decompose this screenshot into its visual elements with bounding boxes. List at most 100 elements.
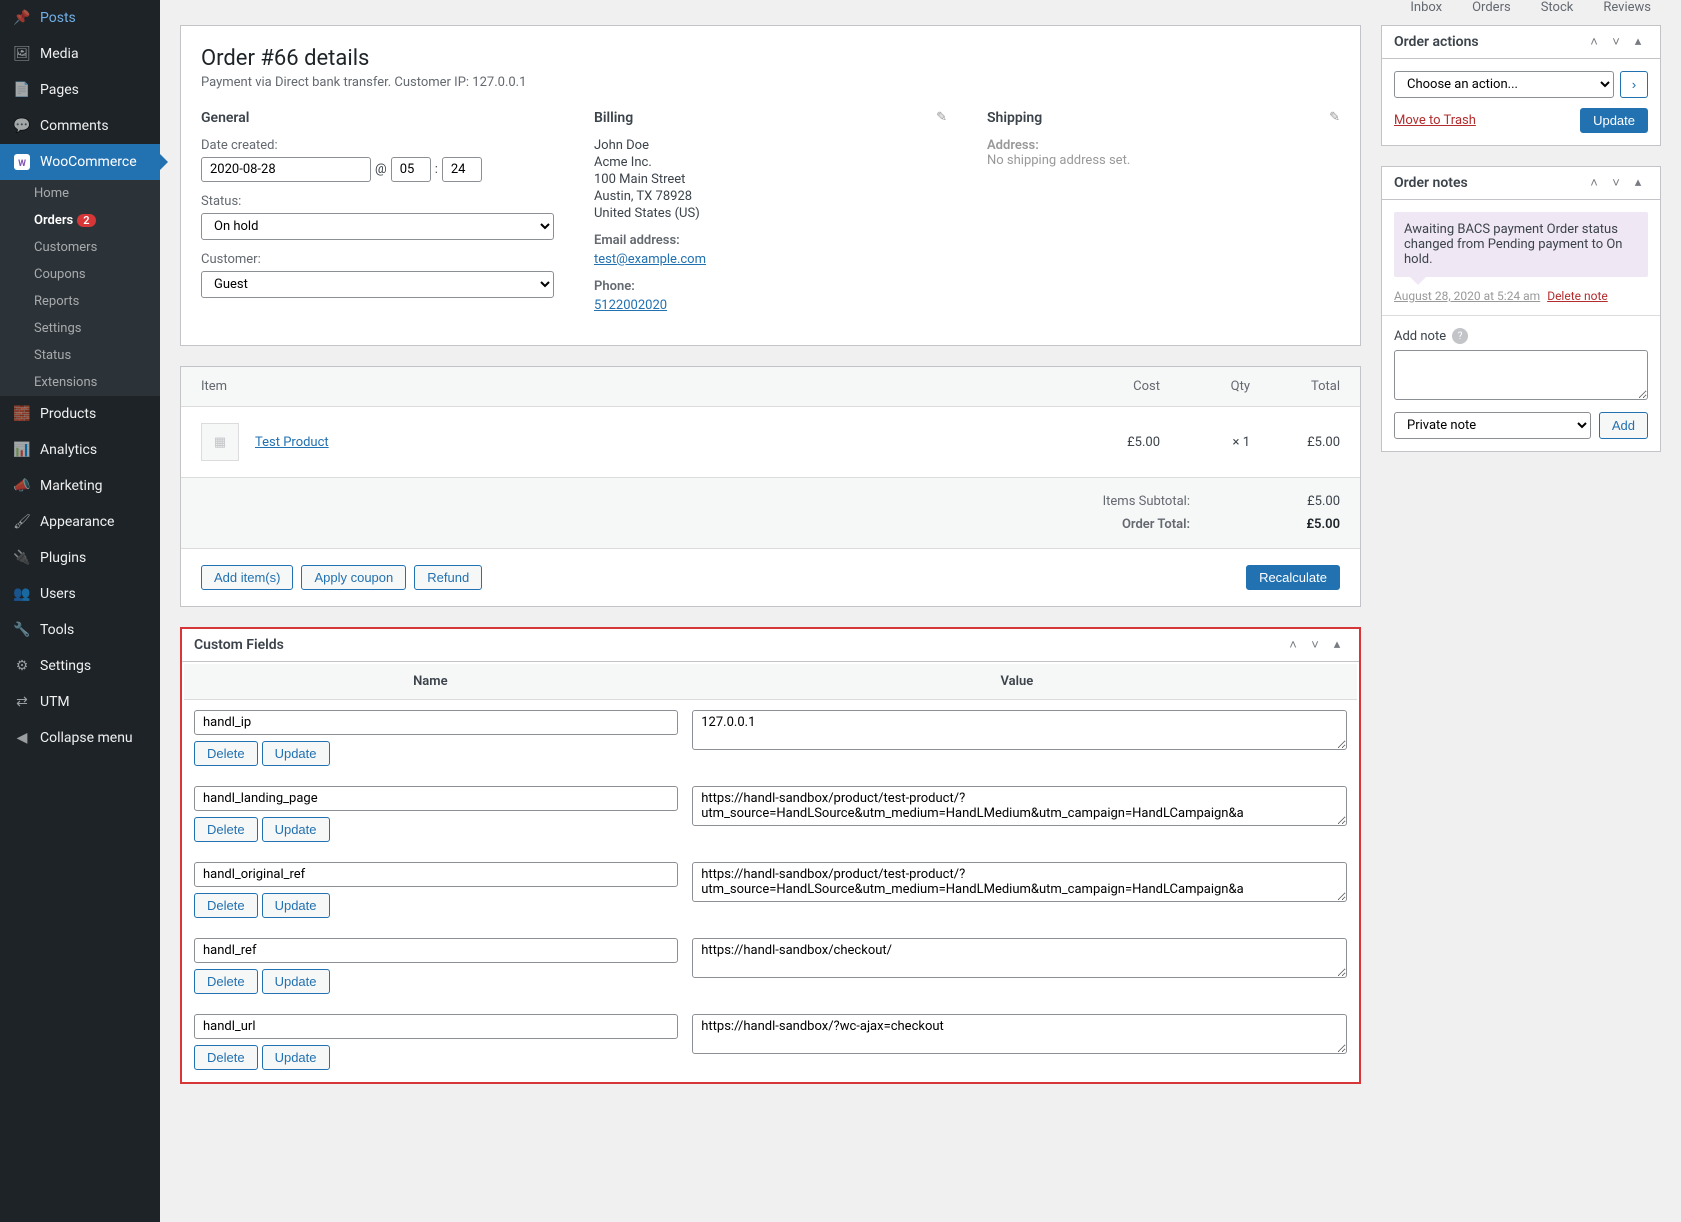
phone-link[interactable]: 5122002020	[594, 298, 667, 313]
menu-woocommerce[interactable]: W WooCommerce	[0, 144, 160, 180]
cf-name-input[interactable]	[194, 1014, 678, 1039]
menu-icon: 👥	[12, 584, 32, 604]
menu-item[interactable]: 🔧Tools	[0, 612, 160, 648]
panel-toggle-icon[interactable]: ▴	[1327, 637, 1347, 653]
custom-field-row: Delete Update https://handl-sandbox/chec…	[184, 928, 1357, 1004]
panel-toggle-icon[interactable]: ▴	[1628, 175, 1648, 191]
address-line: Acme Inc.	[594, 155, 947, 170]
menu-label: Pages	[40, 82, 79, 98]
submenu-item[interactable]: Customers	[0, 234, 160, 261]
submenu-item[interactable]: Settings	[0, 315, 160, 342]
badge: 2	[77, 214, 95, 227]
edit-billing-icon[interactable]: ✎	[936, 110, 947, 125]
action-select[interactable]: Choose an action...	[1394, 71, 1614, 98]
note-type-select[interactable]: Private note	[1394, 412, 1591, 439]
add-note-label: Add note	[1394, 329, 1446, 344]
panel-toggle-icon[interactable]: ▴	[1628, 34, 1648, 50]
submenu-item[interactable]: Reports	[0, 288, 160, 315]
cf-delete-button[interactable]: Delete	[194, 1045, 258, 1070]
menu-item[interactable]: 🔌Plugins	[0, 540, 160, 576]
refund-button[interactable]: Refund	[414, 565, 482, 590]
menu-item[interactable]: 📊Analytics	[0, 432, 160, 468]
panel-up-icon[interactable]: ˄	[1584, 175, 1604, 191]
submenu-item[interactable]: Home	[0, 180, 160, 207]
menu-item[interactable]: 🖌Appearance	[0, 504, 160, 540]
subtotal-label: Items Subtotal:	[1103, 494, 1190, 509]
minute-input[interactable]	[442, 157, 482, 182]
menu-item[interactable]: 👥Users	[0, 576, 160, 612]
cf-update-button[interactable]: Update	[262, 1045, 330, 1070]
menu-item[interactable]: ◀Collapse menu	[0, 720, 160, 756]
add-note-button[interactable]: Add	[1599, 412, 1648, 439]
menu-label: Collapse menu	[40, 730, 133, 746]
menu-item[interactable]: 📣Marketing	[0, 468, 160, 504]
help-icon[interactable]: ?	[1452, 328, 1468, 344]
delete-note-link[interactable]: Delete note	[1547, 289, 1608, 303]
menu-icon: 📌	[12, 8, 32, 28]
customer-select[interactable]: Guest	[201, 271, 554, 298]
cf-value-textarea[interactable]: https://handl-sandbox/product/test-produ…	[692, 786, 1347, 826]
cf-delete-button[interactable]: Delete	[194, 741, 258, 766]
hour-input[interactable]	[391, 157, 431, 182]
shipping-none: No shipping address set.	[987, 153, 1340, 168]
cf-delete-button[interactable]: Delete	[194, 817, 258, 842]
cf-value-textarea[interactable]: 127.0.0.1	[692, 710, 1347, 750]
cf-value-textarea[interactable]: https://handl-sandbox/?wc-ajax=checkout	[692, 1014, 1347, 1054]
cf-delete-button[interactable]: Delete	[194, 969, 258, 994]
cf-update-button[interactable]: Update	[262, 741, 330, 766]
cf-update-button[interactable]: Update	[262, 817, 330, 842]
recalculate-button[interactable]: Recalculate	[1246, 565, 1340, 590]
submenu-item[interactable]: Extensions	[0, 369, 160, 396]
panel-up-icon[interactable]: ˄	[1283, 637, 1303, 653]
menu-item[interactable]: 📌Posts	[0, 0, 160, 36]
tab-stock[interactable]: Stock	[1541, 0, 1574, 15]
panel-up-icon[interactable]: ˄	[1584, 34, 1604, 50]
status-select[interactable]: On hold	[201, 213, 554, 240]
cf-update-button[interactable]: Update	[262, 969, 330, 994]
menu-item[interactable]: 💬Comments	[0, 108, 160, 144]
date-label: Date created:	[201, 138, 554, 153]
menu-icon: 🖼	[12, 44, 32, 64]
tab-inbox[interactable]: Inbox	[1410, 0, 1442, 15]
add-items-button[interactable]: Add item(s)	[201, 565, 293, 590]
cf-name-input[interactable]	[194, 862, 678, 887]
address-line: 100 Main Street	[594, 172, 947, 187]
menu-item[interactable]: 🖼Media	[0, 36, 160, 72]
cf-name-input[interactable]	[194, 710, 678, 735]
order-note: Awaiting BACS payment Order status chang…	[1394, 212, 1648, 277]
panel-down-icon[interactable]: ˅	[1606, 34, 1626, 50]
update-button[interactable]: Update	[1580, 108, 1648, 133]
action-go-button[interactable]: ›	[1620, 71, 1648, 98]
cf-value-textarea[interactable]: https://handl-sandbox/checkout/	[692, 938, 1347, 978]
submenu-item[interactable]: Status	[0, 342, 160, 369]
menu-item[interactable]: 🧱Products	[0, 396, 160, 432]
col-qty: Qty	[1160, 379, 1250, 394]
cf-delete-button[interactable]: Delete	[194, 893, 258, 918]
notes-title: Order notes	[1394, 175, 1468, 191]
note-textarea[interactable]	[1394, 350, 1648, 400]
apply-coupon-button[interactable]: Apply coupon	[301, 565, 406, 590]
cf-name-input[interactable]	[194, 786, 678, 811]
submenu-item[interactable]: Orders2	[0, 207, 160, 234]
customer-label: Customer:	[201, 252, 554, 267]
tab-reviews[interactable]: Reviews	[1603, 0, 1651, 15]
submenu-item[interactable]: Coupons	[0, 261, 160, 288]
item-link[interactable]: Test Product	[255, 435, 329, 450]
date-input[interactable]	[201, 157, 371, 182]
edit-shipping-icon[interactable]: ✎	[1329, 110, 1340, 125]
cf-value-textarea[interactable]: https://handl-sandbox/product/test-produ…	[692, 862, 1347, 902]
menu-item[interactable]: ⇄UTM	[0, 684, 160, 720]
tab-orders[interactable]: Orders	[1472, 0, 1511, 15]
email-link[interactable]: test@example.com	[594, 252, 706, 267]
menu-icon: ⇄	[12, 692, 32, 712]
actions-title: Order actions	[1394, 34, 1479, 50]
menu-item[interactable]: ⚙Settings	[0, 648, 160, 684]
menu-item[interactable]: 📄Pages	[0, 72, 160, 108]
panel-down-icon[interactable]: ˅	[1305, 637, 1325, 653]
cf-name-input[interactable]	[194, 938, 678, 963]
trash-link[interactable]: Move to Trash	[1394, 113, 1476, 128]
cf-update-button[interactable]: Update	[262, 893, 330, 918]
panel-down-icon[interactable]: ˅	[1606, 175, 1626, 191]
general-heading: General	[201, 110, 554, 126]
item-thumb: ▦	[201, 423, 239, 461]
